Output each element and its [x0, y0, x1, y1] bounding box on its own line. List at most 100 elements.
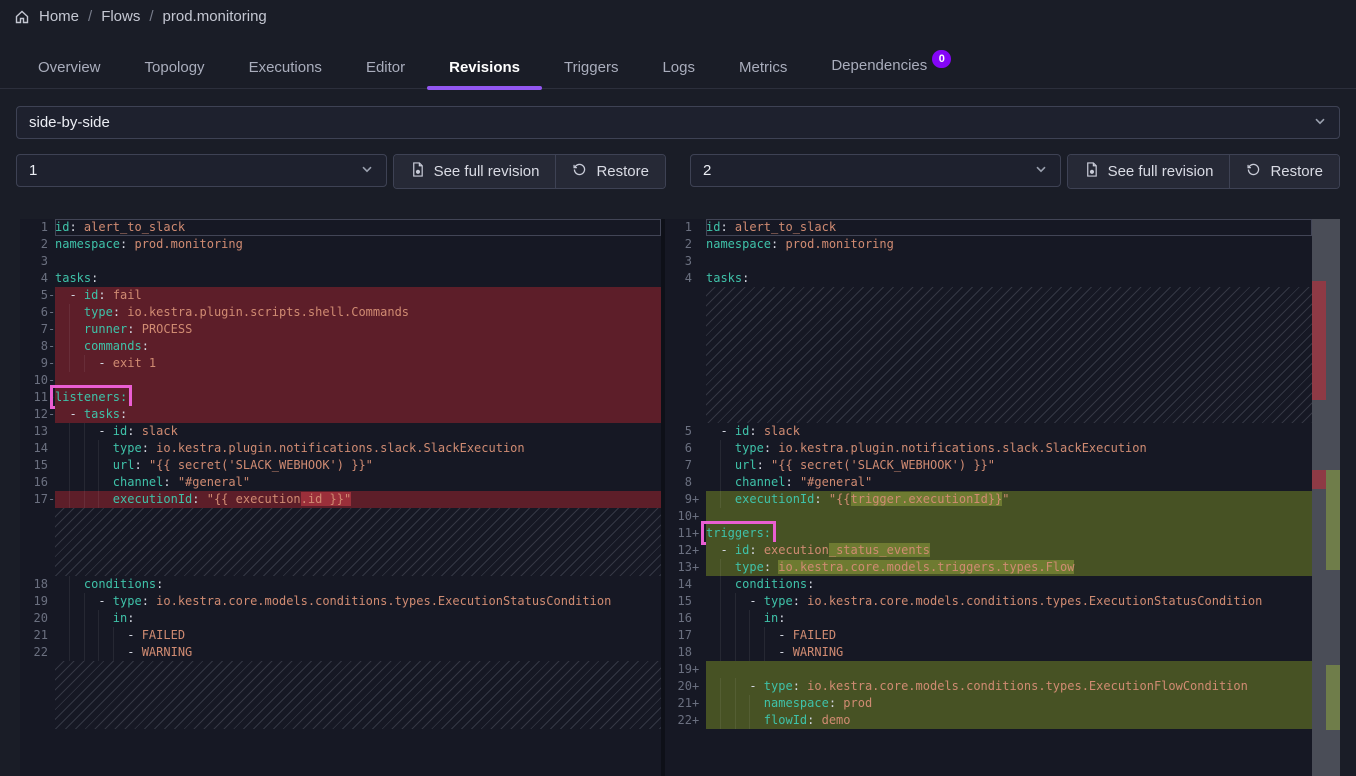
tab-executions[interactable]: Executions — [227, 50, 344, 88]
line-number: 1 — [20, 219, 55, 236]
diff-code-line[interactable]: 19 - type: io.kestra.core.models.conditi… — [20, 593, 661, 610]
line-number: 5 — [665, 423, 706, 440]
line-number: 3 — [20, 253, 55, 270]
line-number: 5- — [20, 287, 55, 304]
line-number: 8- — [20, 338, 55, 355]
see-full-revision-label: See full revision — [434, 163, 540, 180]
diff-code-line[interactable]: 18 - WARNING — [665, 644, 1312, 661]
diff-code-line[interactable]: 14 type: io.kestra.plugin.notifications.… — [20, 440, 661, 457]
diff-code-line[interactable]: 6- type: io.kestra.plugin.scripts.shell.… — [20, 304, 661, 321]
diff-code-line[interactable]: 15 - type: io.kestra.core.models.conditi… — [665, 593, 1312, 610]
see-full-revision-label: See full revision — [1108, 163, 1214, 180]
diff-code-line[interactable]: 20+ - type: io.kestra.core.models.condit… — [665, 678, 1312, 695]
diff-overview-ruler[interactable] — [1312, 219, 1340, 776]
diff-mode-value: side-by-side — [29, 114, 110, 131]
diff-code-line[interactable]: 7- runner: PROCESS — [20, 321, 661, 338]
diff-code-line[interactable]: 10+ — [665, 508, 1312, 525]
diff-code-line[interactable]: 13+ type: io.kestra.core.models.triggers… — [665, 559, 1312, 576]
left-see-full-revision-button[interactable]: See full revision — [394, 155, 556, 188]
diff-code-line[interactable]: 22 - WARNING — [20, 644, 661, 661]
diff-code-line[interactable]: 22+ flowId: demo — [665, 712, 1312, 729]
left-revision-select[interactable]: 1 — [16, 154, 387, 187]
diff-code-line[interactable]: 16 channel: "#general" — [20, 474, 661, 491]
tab-metrics[interactable]: Metrics — [717, 50, 809, 88]
diff-code-line[interactable]: 1id: alert_to_slack — [20, 219, 661, 236]
diff-code-line[interactable]: 8- commands: — [20, 338, 661, 355]
diff-code-line[interactable]: 2namespace: prod.monitoring — [20, 236, 661, 253]
left-revision-value: 1 — [29, 162, 37, 179]
tab-overview[interactable]: Overview — [16, 50, 123, 88]
diff-code-line[interactable]: 17- executionId: "{{ execution.id }}" — [20, 491, 661, 508]
diff-code-line[interactable]: 11+triggers: — [665, 525, 1312, 542]
diff-code-line[interactable]: 11-listeners: — [20, 389, 661, 406]
left-revision-controls: 1 See full revision Restore — [16, 154, 666, 189]
line-number: 17- — [20, 491, 55, 508]
diff-code-line[interactable]: 20 in: — [20, 610, 661, 627]
diff-code-line[interactable]: 9+ executionId: "{{trigger.executionId}}… — [665, 491, 1312, 508]
tab-revisions[interactable]: Revisions — [427, 50, 542, 88]
diff-code-line[interactable]: 4tasks: — [665, 270, 1312, 287]
breadcrumb-flows[interactable]: Flows — [101, 8, 140, 25]
file-icon — [410, 162, 425, 181]
tab-topology[interactable]: Topology — [123, 50, 227, 88]
line-number: 21 — [20, 627, 55, 644]
diff-code-line[interactable]: 15 url: "{{ secret('SLACK_WEBHOOK') }}" — [20, 457, 661, 474]
diff-code-line[interactable]: 4tasks: — [20, 270, 661, 287]
diff-code-line[interactable]: 5- - id: fail — [20, 287, 661, 304]
line-number: 21+ — [665, 695, 706, 712]
ruler-added-mark — [1326, 470, 1340, 570]
diff-code-line[interactable]: 19+ — [665, 661, 1312, 678]
tab-editor[interactable]: Editor — [344, 50, 427, 88]
right-see-full-revision-button[interactable]: See full revision — [1068, 155, 1230, 188]
restore-label: Restore — [1270, 163, 1323, 180]
diff-code-line[interactable]: 2namespace: prod.monitoring — [665, 236, 1312, 253]
diff-pane-original: 1id: alert_to_slack2namespace: prod.moni… — [20, 219, 661, 776]
line-number: 18 — [665, 644, 706, 661]
diff-code-line[interactable]: 17 - FAILED — [665, 627, 1312, 644]
chevron-down-icon — [360, 162, 374, 180]
diff-code-line[interactable]: 18 conditions: — [20, 576, 661, 593]
tab-dependencies[interactable]: Dependencies0 — [809, 48, 973, 88]
diff-code-line[interactable]: 21+ namespace: prod — [665, 695, 1312, 712]
diff-code-line[interactable]: 12+ - id: execution_status_events — [665, 542, 1312, 559]
line-number: 11- — [20, 389, 55, 406]
breadcrumb-separator: / — [88, 8, 92, 25]
diff-code-line[interactable]: 7 url: "{{ secret('SLACK_WEBHOOK') }}" — [665, 457, 1312, 474]
line-number: 15 — [665, 593, 706, 610]
breadcrumb-current-flow: prod.monitoring — [163, 8, 267, 25]
left-restore-button[interactable]: Restore — [555, 155, 665, 188]
line-number: 20+ — [665, 678, 706, 695]
diff-pane-modified: 1id: alert_to_slack2namespace: prod.moni… — [665, 219, 1340, 776]
left-revision-buttons: See full revision Restore — [393, 154, 666, 189]
diff-code-line[interactable]: 3 — [665, 253, 1312, 270]
diff-code-line[interactable]: 9- - exit 1 — [20, 355, 661, 372]
ruler-added-mark — [1326, 665, 1340, 730]
breadcrumb-home[interactable]: Home — [39, 8, 79, 25]
tab-logs[interactable]: Logs — [640, 50, 717, 88]
diff-code-line[interactable]: 5 - id: slack — [665, 423, 1312, 440]
line-number: 7 — [665, 457, 706, 474]
line-number: 4 — [665, 270, 706, 287]
diff-code-line[interactable]: 3 — [20, 253, 661, 270]
diff-code-line[interactable]: 8 channel: "#general" — [665, 474, 1312, 491]
file-icon — [1084, 162, 1099, 181]
diff-mode-select[interactable]: side-by-side — [16, 106, 1340, 139]
ruler-deleted-mark — [1312, 470, 1326, 489]
ruler-deleted-mark — [1312, 281, 1326, 400]
right-revision-select[interactable]: 2 — [690, 154, 1061, 187]
tab-triggers[interactable]: Triggers — [542, 50, 640, 88]
line-number: 7- — [20, 321, 55, 338]
diff-code-line[interactable]: 16 in: — [665, 610, 1312, 627]
diff-code-line[interactable]: 10- — [20, 372, 661, 389]
diff-code-line[interactable]: 6 type: io.kestra.plugin.notifications.s… — [665, 440, 1312, 457]
line-number: 10- — [20, 372, 55, 389]
diff-code-line[interactable]: 13 - id: slack — [20, 423, 661, 440]
tab-dependencies-label: Dependencies — [831, 57, 927, 74]
home-icon[interactable] — [14, 9, 30, 25]
diff-code-line[interactable]: 1id: alert_to_slack — [665, 219, 1312, 236]
right-restore-button[interactable]: Restore — [1229, 155, 1339, 188]
right-revision-controls: 2 See full revision Restore — [690, 154, 1340, 189]
diff-code-line[interactable]: 21 - FAILED — [20, 627, 661, 644]
diff-code-line[interactable]: 14 conditions: — [665, 576, 1312, 593]
diff-code-line[interactable]: 12- - tasks: — [20, 406, 661, 423]
